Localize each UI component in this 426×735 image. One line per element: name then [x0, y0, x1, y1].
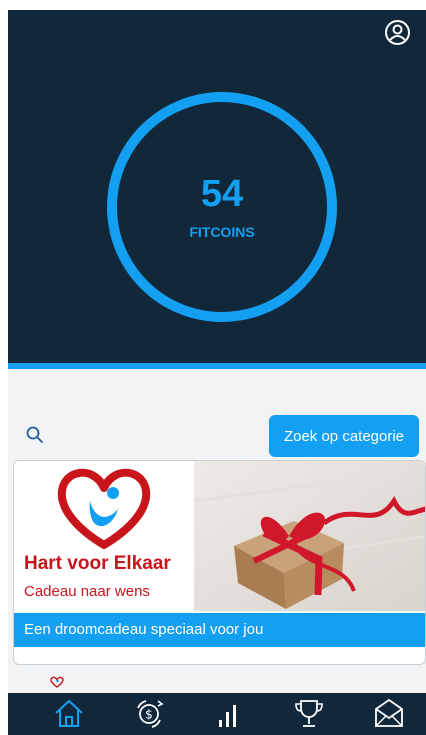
category-search-button[interactable]: Zoek op categorie	[269, 415, 419, 457]
heart-logo-icon	[57, 468, 151, 549]
mail-icon[interactable]	[372, 696, 406, 730]
home-icon[interactable]	[52, 696, 86, 730]
coins-exchange-icon[interactable]: $	[132, 696, 166, 730]
trophy-icon[interactable]	[292, 696, 326, 730]
stats-icon[interactable]	[212, 696, 246, 730]
svg-text:$: $	[145, 708, 153, 722]
logo-title: Hart voor Elkaar	[24, 553, 171, 574]
offer-logo: Hart voor Elkaar Cadeau naar wens	[14, 461, 194, 611]
offer-card[interactable]: Hart voor Elkaar Cadeau naar wens Een dr…	[13, 460, 426, 665]
logo-subtitle: Cadeau naar wens	[24, 583, 150, 600]
bottom-tab-bar: $	[8, 693, 426, 735]
offer-caption: Een droomcadeau speciaal voor jou	[14, 613, 425, 647]
fitcoins-value: 54	[200, 173, 244, 215]
profile-icon[interactable]	[384, 19, 411, 46]
gift-photo	[194, 461, 425, 611]
search-icon[interactable]	[25, 425, 45, 445]
next-offer-logo-icon	[50, 676, 64, 688]
fitcoins-label: FITCOINS	[189, 224, 255, 240]
